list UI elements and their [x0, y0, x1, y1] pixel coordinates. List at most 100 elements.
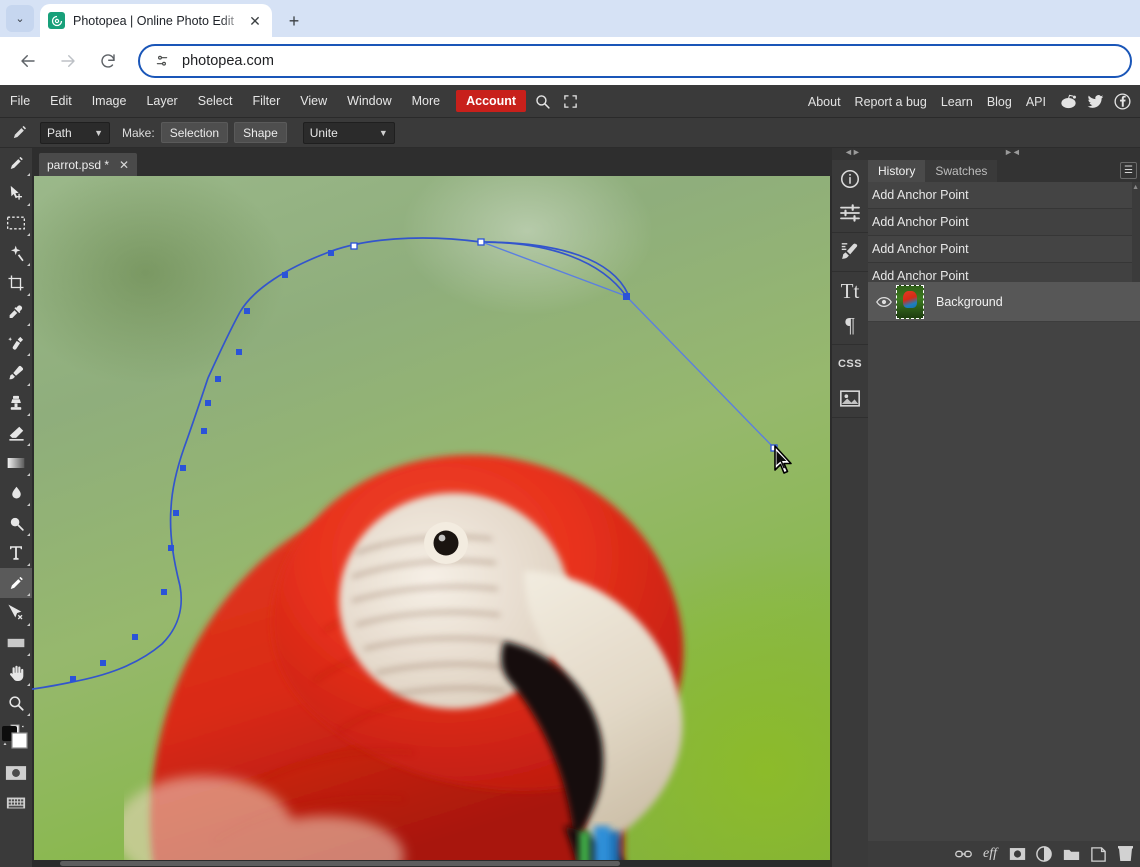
css-icon[interactable]: CSS — [832, 347, 868, 381]
scroll-up-icon[interactable]: ▲ — [1132, 184, 1139, 191]
browser-tab-title: Photopea | Online Photo Edit — [73, 14, 246, 28]
menu-file[interactable]: File — [1, 90, 39, 112]
link-about[interactable]: About — [801, 95, 848, 109]
collapse-arrows-icon[interactable]: ►◄ — [1004, 147, 1020, 157]
tool-blur[interactable] — [0, 478, 32, 508]
address-bar-url: photopea.com — [182, 53, 274, 69]
make-shape-button[interactable]: Shape — [234, 122, 287, 143]
link-layers-icon[interactable] — [954, 845, 972, 863]
path-operation-select[interactable]: Unite ▼ — [303, 122, 395, 144]
tool-eyedropper[interactable] — [0, 298, 32, 328]
pen-tool-icon[interactable] — [4, 120, 34, 146]
canvas-horizontal-scrollbar[interactable] — [32, 860, 832, 867]
quick-mask-icon[interactable] — [0, 758, 32, 788]
facebook-icon[interactable] — [1110, 90, 1134, 114]
screen-mode-icon[interactable] — [0, 788, 32, 818]
menu-filter[interactable]: Filter — [243, 90, 289, 112]
link-blog[interactable]: Blog — [980, 95, 1019, 109]
tool-rectangular-marquee[interactable] — [0, 208, 32, 238]
new-tab-button[interactable]: + — [282, 9, 306, 33]
panel-menu-icon[interactable]: ☰ — [1120, 162, 1137, 179]
adjustment-layer-icon[interactable] — [1035, 845, 1053, 863]
tool-crop[interactable] — [0, 268, 32, 298]
tool-path-selection[interactable] — [0, 598, 32, 628]
tab-swatches[interactable]: Swatches — [925, 160, 997, 182]
tool-pen-path[interactable] — [0, 568, 32, 598]
menu-more[interactable]: More — [403, 90, 449, 112]
layers-toolbar: eff — [868, 841, 1140, 867]
tool-magic-wand[interactable] — [0, 238, 32, 268]
close-icon[interactable]: ✕ — [246, 12, 264, 30]
history-item[interactable]: Add Anchor Point — [868, 236, 1140, 263]
forward-button[interactable] — [52, 45, 84, 77]
make-selection-button[interactable]: Selection — [161, 122, 228, 143]
new-layer-icon[interactable] — [1089, 845, 1107, 863]
link-api[interactable]: API — [1019, 95, 1053, 109]
tool-zoom[interactable] — [0, 688, 32, 718]
brush-settings-icon[interactable] — [832, 235, 868, 269]
info-icon[interactable] — [832, 162, 868, 196]
new-group-icon[interactable] — [1062, 845, 1080, 863]
reddit-icon[interactable] — [1056, 90, 1080, 114]
account-button[interactable]: Account — [456, 90, 526, 112]
foreground-background-color-icon[interactable] — [0, 718, 32, 758]
history-panel-tabs: History Swatches ☰ — [868, 160, 1140, 182]
browser-tab[interactable]: Photopea | Online Photo Edit ✕ — [40, 4, 272, 37]
expand-arrows-icon[interactable]: ◄► — [844, 147, 860, 157]
paragraph-icon[interactable]: ¶ — [832, 308, 868, 342]
character-icon[interactable]: Tt — [832, 274, 868, 308]
tool-options-bar: Path ▼ Make: Selection Shape Unite ▼ — [0, 118, 1140, 148]
site-settings-icon[interactable] — [152, 51, 172, 71]
menu-right-links: About Report a bug Learn Blog API — [801, 85, 1134, 118]
tool-spot-healing-brush[interactable] — [0, 328, 32, 358]
tool-eraser[interactable] — [0, 418, 32, 448]
menu-edit[interactable]: Edit — [41, 90, 81, 112]
table-row[interactable]: Background — [868, 282, 1140, 322]
tab-history[interactable]: History — [868, 160, 925, 182]
back-button[interactable] — [12, 45, 44, 77]
history-item[interactable]: Add Anchor Point — [868, 182, 1140, 209]
adjustments-icon[interactable] — [832, 196, 868, 230]
tool-shape[interactable] — [0, 628, 32, 658]
history-item[interactable]: Add Anchor Point — [868, 209, 1140, 236]
reload-button[interactable] — [92, 45, 124, 77]
layer-list[interactable]: Background — [868, 282, 1140, 841]
tool-hand[interactable] — [0, 658, 32, 688]
fullscreen-icon[interactable] — [557, 89, 583, 113]
eye-icon[interactable] — [874, 296, 894, 308]
panel-collapse-row: ◄► ►◄ — [832, 148, 1140, 160]
path-mode-select[interactable]: Path ▼ — [40, 122, 110, 144]
document-tab-parrot[interactable]: parrot.psd * ✕ — [39, 153, 137, 176]
delete-layer-icon[interactable] — [1116, 845, 1134, 863]
tool-move[interactable] — [0, 178, 32, 208]
document-tab-label: parrot.psd * — [47, 158, 109, 172]
link-report-a-bug[interactable]: Report a bug — [848, 95, 934, 109]
scrollbar-thumb[interactable] — [60, 861, 620, 866]
address-bar[interactable]: photopea.com — [138, 44, 1132, 78]
menu-window[interactable]: Window — [338, 90, 400, 112]
tab-search-button[interactable]: ⌄ — [6, 5, 34, 32]
tool-dodge[interactable] — [0, 508, 32, 538]
tool-type[interactable] — [0, 538, 32, 568]
make-label: Make: — [122, 126, 155, 140]
search-icon[interactable] — [529, 89, 555, 113]
twitter-icon[interactable] — [1083, 90, 1107, 114]
tool-clone-stamp[interactable] — [0, 388, 32, 418]
menu-view[interactable]: View — [291, 90, 336, 112]
image-properties-icon[interactable] — [832, 381, 868, 415]
browser-toolbar: photopea.com — [0, 37, 1140, 85]
tool-pen[interactable] — [0, 148, 32, 178]
close-icon[interactable]: ✕ — [119, 158, 129, 172]
menu-select[interactable]: Select — [189, 90, 242, 112]
canvas-area[interactable] — [32, 176, 832, 867]
add-mask-icon[interactable] — [1008, 845, 1026, 863]
document-tab-strip: parrot.psd * ✕ — [32, 148, 832, 176]
layer-thumbnail[interactable] — [896, 285, 924, 319]
tool-gradient[interactable] — [0, 448, 32, 478]
chevron-down-icon: ▼ — [84, 128, 103, 138]
menu-layer[interactable]: Layer — [137, 90, 186, 112]
link-learn[interactable]: Learn — [934, 95, 980, 109]
tool-brush[interactable] — [0, 358, 32, 388]
layer-effects-icon[interactable]: eff — [981, 845, 999, 863]
menu-image[interactable]: Image — [83, 90, 136, 112]
